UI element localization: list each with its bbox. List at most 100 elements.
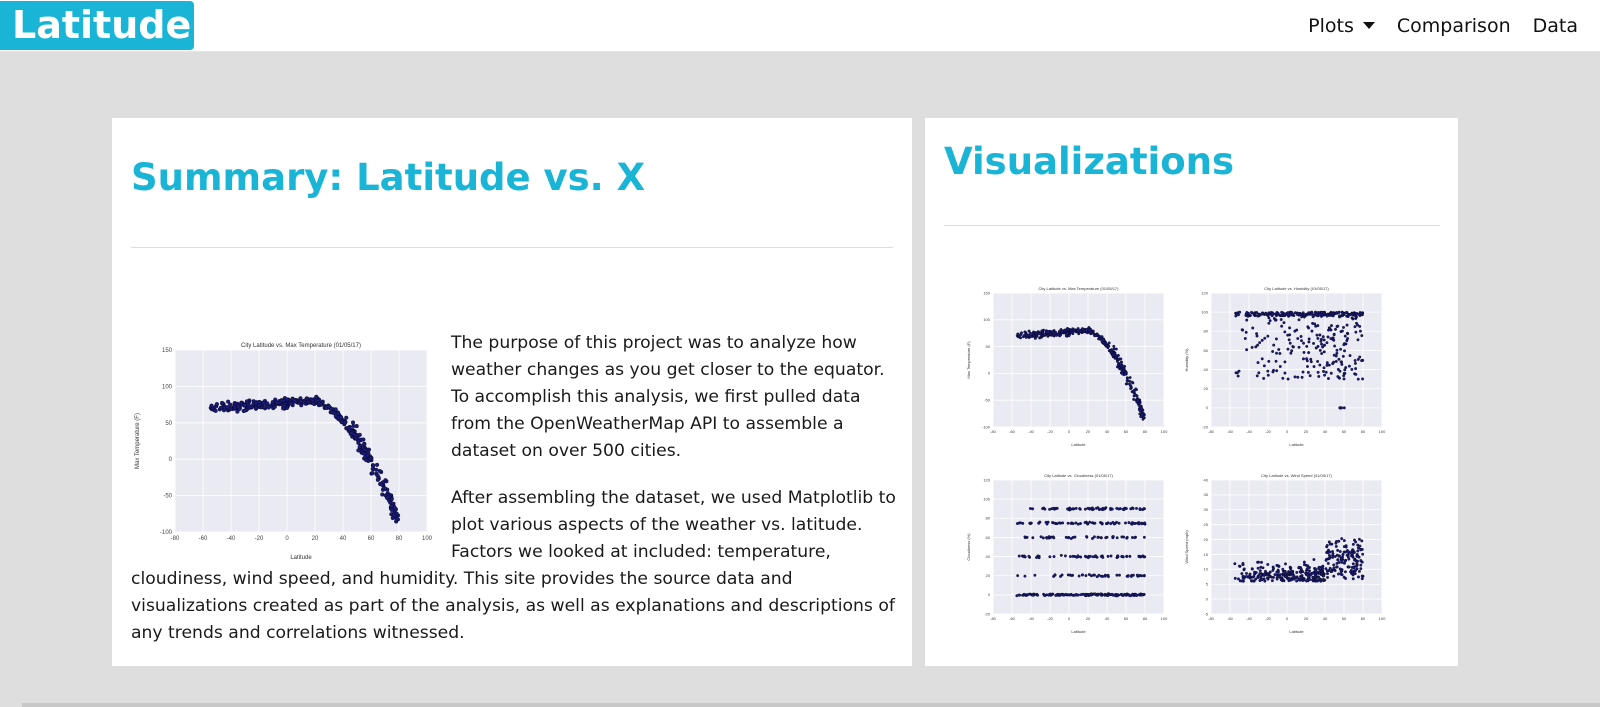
data-point <box>1115 359 1119 363</box>
nav-menu: Plots Comparison Data <box>1308 0 1578 51</box>
data-point <box>1279 318 1283 321</box>
x-tick-label: -20 <box>1265 616 1272 621</box>
data-point <box>1325 361 1329 365</box>
data-point <box>1241 561 1245 565</box>
data-point <box>1119 360 1123 364</box>
y-tick-label: 20 <box>1204 537 1209 542</box>
data-point <box>1272 343 1276 347</box>
data-point <box>1260 338 1264 342</box>
data-point <box>1036 593 1040 597</box>
data-point <box>1320 352 1324 355</box>
data-point <box>1087 326 1091 329</box>
x-tick-label: -40 <box>1028 429 1035 434</box>
y-axis-label: Wind Speed (mph) <box>1184 530 1189 564</box>
data-point <box>342 420 347 425</box>
data-point <box>1278 365 1282 368</box>
data-point <box>1357 537 1361 541</box>
data-point <box>257 399 262 405</box>
data-point <box>1276 564 1280 568</box>
data-point <box>1090 506 1094 510</box>
data-point <box>1271 311 1275 315</box>
data-point <box>1078 507 1082 510</box>
data-point <box>1241 576 1245 580</box>
data-point <box>1320 571 1324 575</box>
data-point <box>362 447 367 452</box>
navbar: Latitude Plots Comparison Data <box>0 0 1600 52</box>
data-point <box>1071 522 1075 526</box>
data-point <box>1355 567 1359 571</box>
summary-body: -80 -60 -40 -20 0 20 40 60 80 100 -100 -50 0 50 100 150… <box>131 330 896 667</box>
y-tick-label: 120 <box>983 477 990 482</box>
x-tick-label: 0 <box>285 536 289 542</box>
data-point <box>1048 329 1052 333</box>
thumb-humidity-plot[interactable]: -80 -60 -40 -20 0 20 40 60 80 100 -20 0 20 40 60 80 100 1… <box>1183 283 1388 449</box>
data-point <box>1279 313 1283 317</box>
data-point <box>1133 393 1137 397</box>
visualizations-divider <box>944 225 1440 226</box>
data-point <box>1093 521 1097 525</box>
data-point <box>1017 593 1021 597</box>
data-point <box>1305 365 1309 368</box>
x-tick-label: 40 <box>1105 616 1110 621</box>
data-point <box>1270 575 1274 579</box>
data-point <box>1321 567 1325 571</box>
data-point <box>266 405 271 410</box>
data-point <box>1341 354 1345 358</box>
data-point <box>1326 551 1330 555</box>
data-point <box>1267 316 1271 320</box>
nav-plots-dropdown[interactable]: Plots <box>1308 15 1375 37</box>
data-point <box>349 431 354 436</box>
data-point <box>1356 323 1359 327</box>
data-point <box>1112 347 1116 351</box>
x-tick-label: 100 <box>1379 616 1386 621</box>
data-point <box>1325 341 1329 345</box>
y-tick-label: 50 <box>986 344 991 349</box>
data-point <box>1100 335 1104 339</box>
y-tick-label: 150 <box>162 348 173 354</box>
data-point <box>310 398 315 403</box>
y-tick-label: 60 <box>986 535 991 540</box>
x-tick-label: 20 <box>1304 429 1309 434</box>
nav-data-link[interactable]: Data <box>1533 15 1578 37</box>
data-point <box>1319 339 1323 343</box>
data-point <box>1106 554 1110 558</box>
data-point <box>1069 593 1073 597</box>
data-point <box>1316 344 1320 348</box>
data-point <box>1271 350 1275 353</box>
data-point <box>1245 574 1248 578</box>
data-point <box>1336 375 1340 379</box>
data-point <box>1264 312 1268 316</box>
data-point <box>262 405 267 410</box>
data-point <box>1270 579 1274 583</box>
data-point <box>1312 365 1316 369</box>
data-point <box>1359 563 1363 567</box>
x-tick-label: 80 <box>1143 429 1148 434</box>
data-point <box>1333 344 1337 348</box>
y-tick-label: -100 <box>160 530 173 536</box>
data-point <box>1124 593 1128 597</box>
y-axis-label: Humidity (%) <box>1184 348 1189 372</box>
brand-logo[interactable]: Latitude <box>0 1 194 50</box>
data-point <box>1291 576 1294 580</box>
nav-comparison-link[interactable]: Comparison <box>1397 15 1511 37</box>
data-point <box>1264 569 1267 573</box>
thumb-cloudiness-plot[interactable]: -80 -60 -40 -20 0 20 40 60 80 100 -20 0 20 40 60 80 100 1… <box>965 470 1170 636</box>
data-point <box>1054 330 1058 334</box>
data-point <box>1131 507 1135 510</box>
data-point <box>1326 548 1330 552</box>
data-point <box>1250 345 1254 349</box>
y-tick-label: 10 <box>1204 567 1209 572</box>
data-point <box>1354 540 1358 544</box>
x-tick-label: 60 <box>1342 429 1347 434</box>
thumb-wind-plot[interactable]: -80 -60 -40 -20 0 20 40 60 80 100-505101520253035… <box>1183 470 1388 636</box>
thumb-temp-plot[interactable]: -80 -60 -40 -20 0 20 40 60 80 100 -100 -50 0 50 100 150… <box>965 283 1170 449</box>
data-point <box>1352 566 1356 570</box>
data-point <box>1066 507 1070 511</box>
data-point <box>1293 375 1297 379</box>
data-point <box>1358 329 1362 333</box>
data-point <box>1086 556 1090 560</box>
data-point <box>1255 374 1259 378</box>
data-point <box>1351 548 1355 552</box>
data-point <box>1285 573 1289 577</box>
data-point <box>1287 577 1291 581</box>
